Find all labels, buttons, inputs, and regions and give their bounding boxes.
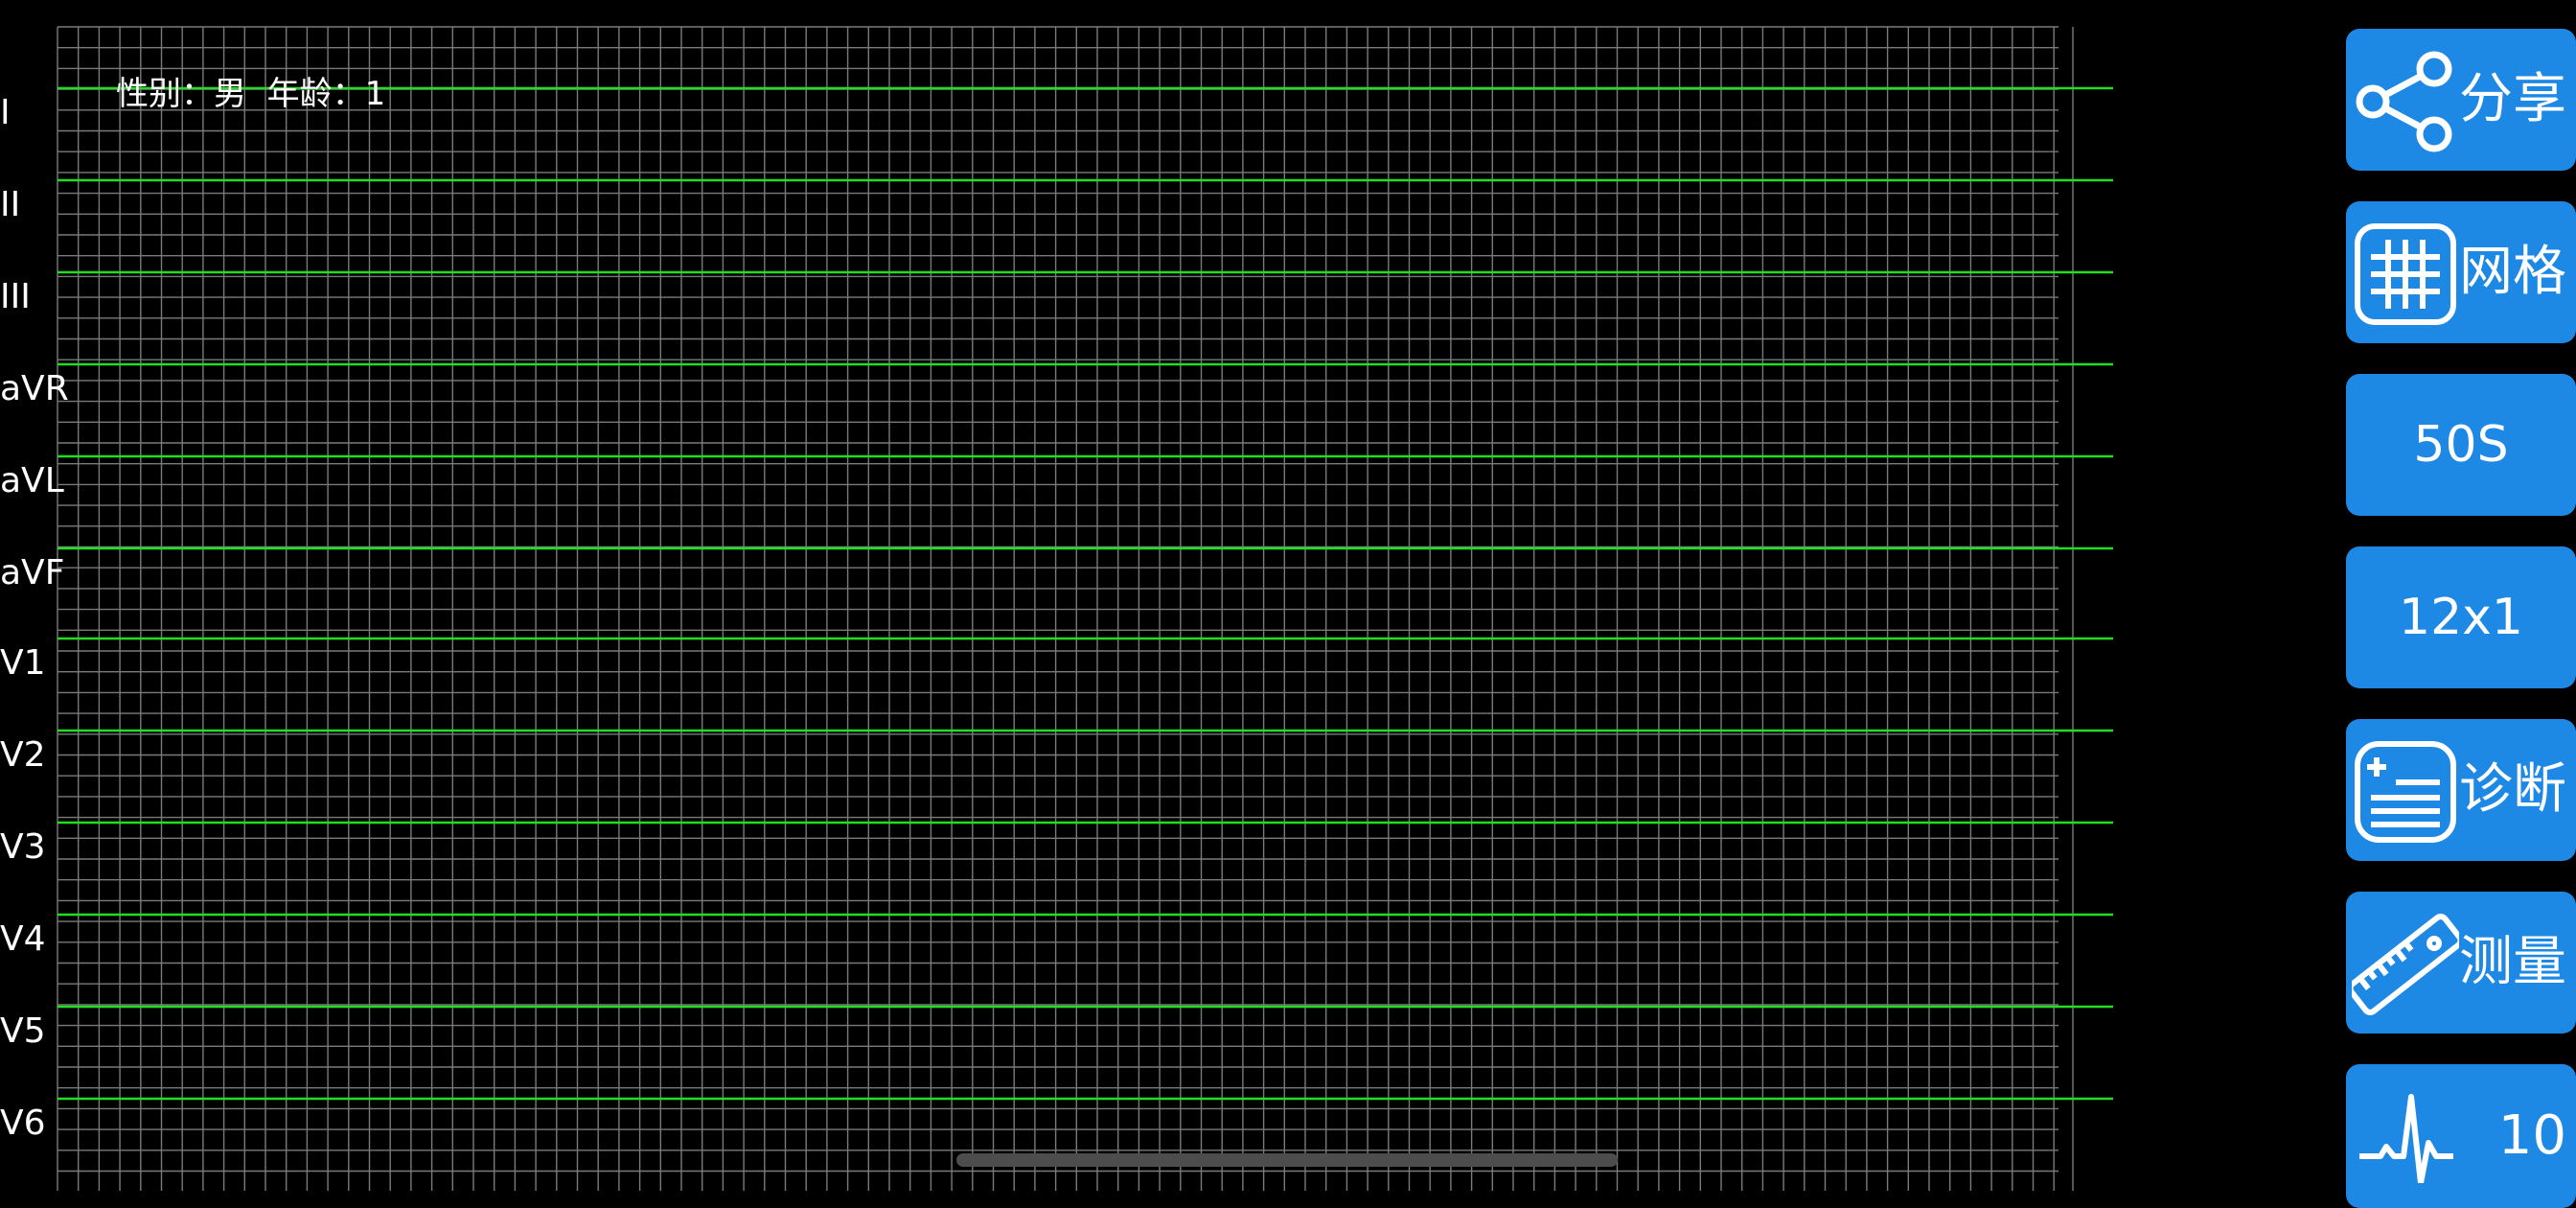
lead-label-v3: V3 [0,827,46,867]
lead-label-v5: V5 [0,1011,46,1051]
measure-label: 测量 [2459,931,2566,993]
lead-label-v6: V6 [0,1103,46,1143]
share-button[interactable]: 分享 [2346,29,2576,171]
age-label: 年龄： [266,75,365,113]
speed-button[interactable]: 50S [2346,374,2576,516]
layout-button[interactable]: 12x1 [2346,546,2576,688]
lead-label-avr: aVR [0,369,69,408]
ecg-viewer[interactable]: 性别：男 年龄：1 I II III aVR aVL aVF V1 V2 V3 … [0,0,2319,1191]
share-label: 分享 [2459,68,2566,130]
lead-label-iii: III [0,277,31,316]
age-value: 1 [364,75,386,113]
lead-label-ii: II [0,185,21,224]
layout-label: 12x1 [2398,589,2524,646]
lead-label-v4: V4 [0,919,46,959]
ecg-grid-canvas [57,26,2113,1191]
gender-label: 性别： [116,75,214,113]
toolbar-sidebar: 分享 网格 50S 12x1 诊断 测量 10 [2346,0,2576,1208]
gender-value: 男 [214,75,246,113]
diagnosis-button[interactable]: 诊断 [2346,719,2576,861]
lead-label-v1: V1 [0,643,46,683]
lead-label-avf: aVF [0,553,65,592]
gain-button[interactable]: 10 [2346,1064,2576,1208]
share-icon [2352,48,2459,155]
measure-button[interactable]: 测量 [2346,892,2576,1034]
patient-info: 性别：男 年龄：1 [116,75,385,113]
medical-record-icon [2352,738,2459,846]
ecg-wave-icon [2352,1076,2459,1186]
grid-icon [2352,221,2459,328]
lead-label-v2: V2 [0,735,46,775]
grid-label: 网格 [2459,241,2566,303]
gain-label: 10 [2497,1104,2566,1167]
lead-label-i: I [0,93,11,132]
ruler-icon [2347,911,2464,1018]
grid-button[interactable]: 网格 [2346,201,2576,343]
home-indicator[interactable] [956,1153,1618,1167]
diagnosis-label: 诊断 [2459,758,2566,821]
lead-label-avl: aVL [0,461,64,500]
ecg-grid [57,26,2074,1191]
speed-label: 50S [2413,416,2509,474]
